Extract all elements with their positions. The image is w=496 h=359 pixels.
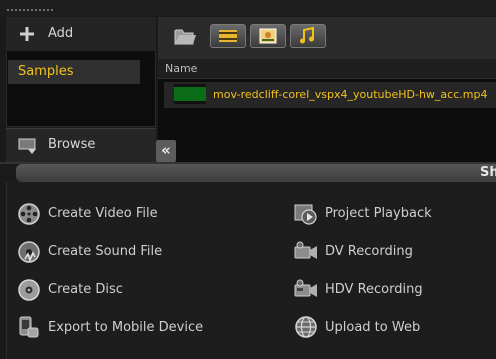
project-playback-icon xyxy=(294,204,317,225)
show-audio-button[interactable] xyxy=(290,24,326,48)
disc-icon xyxy=(18,279,40,301)
plus-icon xyxy=(20,27,34,41)
project-playback-button[interactable]: Project Playback xyxy=(325,206,432,221)
grip-handle[interactable] xyxy=(6,8,54,12)
dv-recording-button[interactable]: DV Recording xyxy=(325,244,413,259)
export-to-mobile-device-button[interactable]: Export to Mobile Device xyxy=(48,320,203,335)
hdv-recording-button[interactable]: HDV Recording xyxy=(325,282,423,297)
browse-icon xyxy=(18,138,36,154)
add-label: Add xyxy=(48,26,74,41)
show-photo-button[interactable] xyxy=(250,24,286,48)
library-item-label: Samples xyxy=(18,64,74,79)
list-header xyxy=(158,59,496,79)
globe-icon xyxy=(295,316,317,338)
film-reel-icon xyxy=(18,203,40,225)
folder-icon[interactable] xyxy=(173,25,197,47)
dv-camera-icon xyxy=(294,241,317,259)
create-sound-file-button[interactable]: Create Sound File xyxy=(48,244,162,259)
create-disc-button[interactable]: Create Disc xyxy=(48,282,123,297)
create-video-file-button[interactable]: Create Video File xyxy=(48,206,158,221)
title-strip xyxy=(0,0,496,16)
mobile-device-icon xyxy=(19,316,39,338)
column-header-name[interactable]: Name xyxy=(165,62,197,75)
browse-label: Browse xyxy=(48,137,96,152)
show-video-button[interactable] xyxy=(210,24,246,48)
show-bar-label: Sh xyxy=(480,165,496,180)
photo-icon xyxy=(259,28,277,44)
upload-to-web-button[interactable]: Upload to Web xyxy=(325,320,420,335)
collapse-panel-button[interactable]: « xyxy=(156,140,176,162)
show-bar[interactable] xyxy=(16,164,496,182)
music-note-icon xyxy=(300,26,314,44)
media-toolbar xyxy=(158,17,496,59)
film-strip-icon xyxy=(219,30,237,42)
video-thumbnail xyxy=(174,84,206,104)
hdv-camera-icon xyxy=(294,279,317,297)
file-name: mov-redcliff-corel_vspx4_youtubeHD-hw_ac… xyxy=(213,88,488,101)
sound-file-icon xyxy=(18,241,40,263)
